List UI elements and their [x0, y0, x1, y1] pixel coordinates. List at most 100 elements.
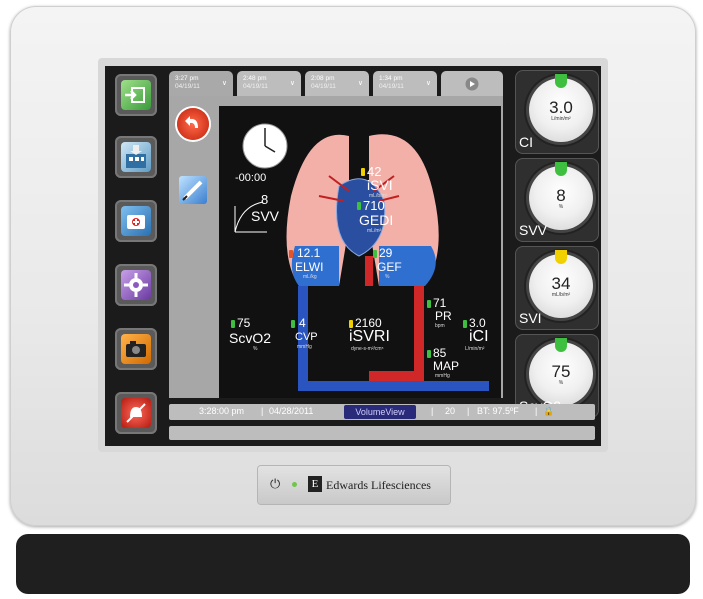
- gauge-label: SVV: [519, 222, 548, 238]
- status-dot: [231, 320, 235, 328]
- status-dot: [289, 250, 293, 258]
- pr-label: PR: [435, 309, 452, 323]
- play-icon: [465, 77, 479, 91]
- gedi-value: 710: [363, 198, 385, 213]
- gauge-unit: L/min/m²: [551, 116, 571, 122]
- status-date: 04/28/2011: [269, 406, 314, 416]
- tab-next[interactable]: [441, 71, 503, 97]
- status-dot: [361, 168, 365, 176]
- gauge-value: 8: [556, 186, 566, 205]
- back-button[interactable]: [177, 108, 209, 140]
- scvo2-label: ScvO2: [229, 330, 272, 346]
- map-value: 85: [433, 346, 447, 360]
- touch-screen: 3:27 pm 04/19/11 ∨ 2:48 pm 04/19/11 ∨ 2:…: [105, 66, 601, 446]
- gef-label: GEF: [377, 260, 402, 274]
- gauge-unit: %: [558, 204, 564, 210]
- message-bar: [169, 426, 595, 440]
- chevron-down-icon: ∨: [289, 80, 295, 87]
- arrow-enter-icon: [121, 80, 151, 110]
- calculator-icon: [121, 142, 151, 172]
- cvp-label: CVP: [295, 331, 318, 343]
- monitor-base: [16, 534, 690, 594]
- brand-name: Edwards Lifesciences: [326, 478, 431, 492]
- ici-unit: L/min/m²: [465, 346, 485, 352]
- status-blood-temp: BT: 97.5ºF: [477, 406, 519, 416]
- status-count: 20: [445, 406, 456, 416]
- gauge-label: SVI: [519, 310, 542, 326]
- gedi-label: GEDI: [359, 212, 394, 228]
- status-dot: [357, 202, 361, 210]
- gef-value: 29: [379, 246, 393, 260]
- data-entry-button[interactable]: [115, 136, 157, 178]
- lock-icon[interactable]: 🔒: [543, 406, 554, 417]
- enter-button[interactable]: [115, 74, 157, 116]
- status-dot: [463, 320, 467, 328]
- gauge-label: CI: [519, 134, 533, 150]
- power-icon[interactable]: ⏻: [270, 476, 280, 492]
- gauge-status-indicator: [555, 250, 567, 264]
- snapshot-button[interactable]: [115, 328, 157, 370]
- scvo2-unit: %: [253, 346, 258, 352]
- alarm-silence-button[interactable]: [115, 392, 157, 434]
- chevron-down-icon: ∨: [221, 80, 227, 87]
- gef-unit: %: [385, 274, 390, 280]
- svv-mini-label: SVV: [251, 208, 280, 224]
- gauge-status-indicator: [555, 74, 567, 88]
- cvp-unit: mmHg: [297, 344, 312, 350]
- status-divider: |: [261, 406, 264, 416]
- status-dot: [349, 320, 353, 328]
- clinical-tools-button[interactable]: [115, 200, 157, 242]
- isvri-unit: dyne-s-m²/cm⁵: [351, 346, 384, 352]
- cvp-value: 4: [299, 316, 306, 330]
- calibrate-button[interactable]: [179, 176, 207, 204]
- chevron-down-icon: ∨: [425, 80, 431, 87]
- gauge-dial: 34 mL/b/m²: [529, 250, 593, 318]
- gauge-status-indicator: [555, 338, 567, 352]
- gauge-svi[interactable]: 34 mL/b/m² SVI: [515, 246, 599, 330]
- brand-plate: ⏻ E Edwards Lifesciences: [258, 466, 450, 504]
- undo-arrow-icon: [185, 116, 198, 128]
- gauge-value: 75: [551, 362, 571, 381]
- tab-snapshot-2[interactable]: 2:48 pm 04/19/11 ∨: [237, 71, 301, 97]
- gauge-unit: %: [558, 380, 564, 386]
- brand-logo: E: [308, 476, 322, 492]
- svv-mini-value: 8: [261, 192, 269, 207]
- status-dot: [291, 320, 295, 328]
- elwi-unit: mL/kg: [303, 274, 317, 280]
- pr-unit: bpm: [435, 323, 445, 329]
- elwi-label: ELWI: [295, 260, 324, 274]
- power-led: [292, 482, 297, 487]
- status-dot: [373, 250, 377, 258]
- mode-indicator[interactable]: VolumeView: [344, 405, 416, 419]
- map-unit: mmHg: [435, 373, 450, 379]
- camera-icon: [121, 334, 151, 364]
- tab-snapshot-3[interactable]: 2:08 pm 04/19/11 ∨: [305, 71, 369, 97]
- gauge-dial: 8 %: [529, 162, 593, 230]
- gauge-dial: 3.0 L/min/m²: [529, 74, 593, 142]
- syringe-icon: [182, 180, 203, 201]
- isvri-label: iSVRI: [349, 328, 390, 345]
- tab-snapshot-1[interactable]: 3:27 pm 04/19/11 ∨: [169, 71, 233, 97]
- medical-kit-icon: [121, 206, 151, 236]
- gauge-svv[interactable]: 8 % SVV: [515, 158, 599, 242]
- status-time: 3:28:00 pm: [199, 406, 245, 416]
- gear-icon: [121, 270, 151, 300]
- gauge-dial: 75 %: [529, 338, 593, 406]
- status-divider: |: [467, 406, 470, 416]
- gedi-unit: mL/m²: [367, 228, 382, 234]
- physiology-view: -00:00 8 SVV 42 iSVI mL/b/m² 710 GEDI mL…: [219, 106, 501, 398]
- settings-button[interactable]: [115, 264, 157, 306]
- gauge-unit: mL/b/m²: [551, 292, 571, 298]
- lungs-heart-diagram: [234, 123, 489, 391]
- bell-mute-icon: [121, 398, 151, 428]
- scvo2-value: 75: [237, 316, 251, 330]
- status-bar: 3:28:00 pm | 04/28/2011 VolumeView | 20 …: [169, 404, 595, 420]
- chevron-down-icon: ∨: [357, 80, 363, 87]
- status-dot: [427, 300, 431, 308]
- gauge-value: 34: [551, 274, 571, 293]
- clock-offset: -00:00: [235, 172, 267, 184]
- tab-snapshot-4[interactable]: 1:34 pm 04/19/11 ∨: [373, 71, 437, 97]
- pr-value: 71: [433, 296, 447, 310]
- gauge-ci[interactable]: 3.0 L/min/m² CI: [515, 70, 599, 154]
- gauge-status-indicator: [555, 162, 567, 176]
